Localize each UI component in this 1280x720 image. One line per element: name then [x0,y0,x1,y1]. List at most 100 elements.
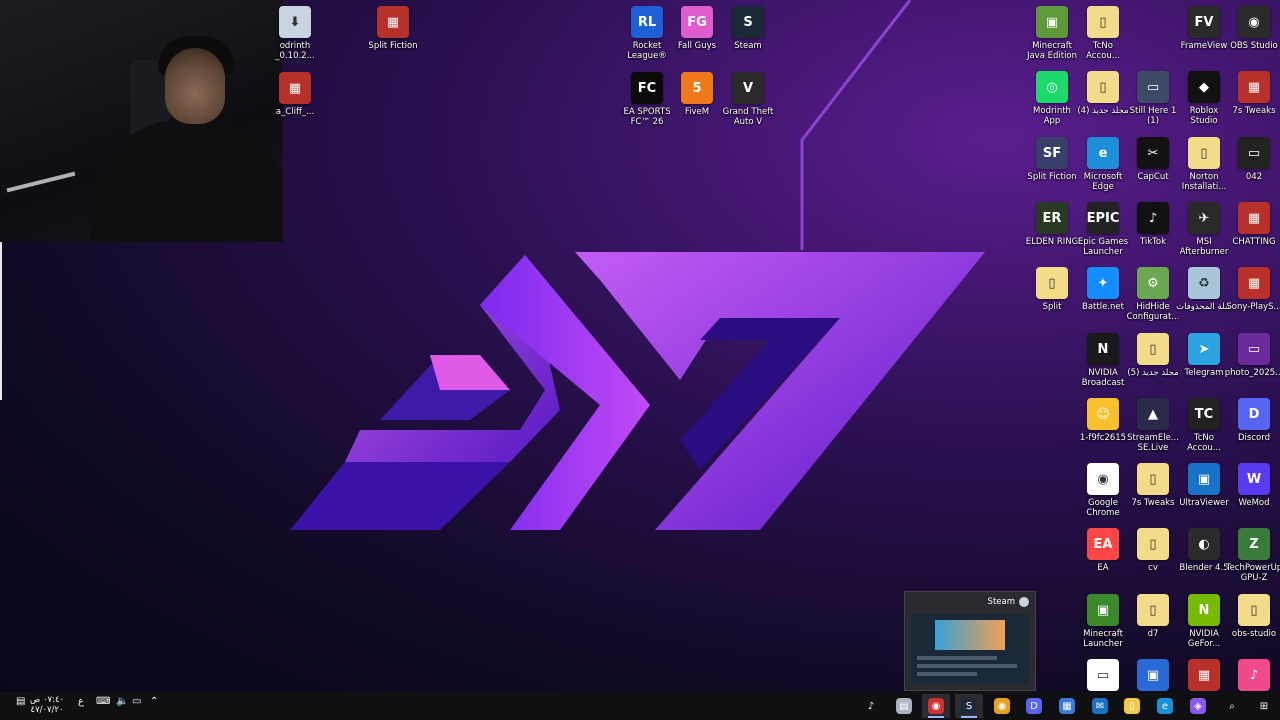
still-here-icon: ▭ [1137,71,1169,103]
desktop-icon-blender[interactable]: ◐ Blender 4.5 [1176,528,1232,573]
desktop-icon-epic-games[interactable]: EPIC Epic Games Launcher [1075,202,1131,257]
desktop-icon-ea-app[interactable]: EA EA [1075,528,1131,573]
steam-preview-thumbnail[interactable] [911,614,1029,684]
desktop-icon-steam-desktop[interactable]: S Steam [720,6,776,51]
desktop-icon-cv[interactable]: ▯ cv [1125,528,1181,573]
taskbar-explorer-tb[interactable]: ▤ [890,694,918,718]
desktop-icon-obs-studio[interactable]: ◉ OBS Studio [1226,6,1280,51]
taskbar-folder-tb[interactable]: ▯ [1118,694,1146,718]
desktop-icon-label: NVIDIA GeFor... [1187,629,1221,649]
taskbar-chrome-tb[interactable]: ◉ [988,694,1016,718]
desktop-icon-7s-tweaks-1[interactable]: ▦ 7s Tweaks [1226,71,1280,116]
desktop-icon-rocket-league[interactable]: RL Rocket League® [619,6,675,61]
desktop-icon-file-042[interactable]: ▭ 042 [1226,137,1280,182]
taskbar-outlook-tb[interactable]: ✉ [1086,694,1114,718]
obs-studio-icon: ◉ [1238,6,1270,38]
desktop-icon-label: مجلد جديد (4) [1077,106,1129,116]
desktop-icon-label: 042 [1245,172,1263,182]
desktop-icon-label: FrameView [1180,41,1228,51]
desktop-icon-tcno-2[interactable]: TC TcNo Accou... [1176,398,1232,453]
tiktok-icon: ♪ [1137,202,1169,234]
desktop-icon-nvidia-broadcast[interactable]: N NVIDIA Broadcast [1075,333,1131,388]
desktop-icon-streamelements[interactable]: ▲ StreamEle... SE.Live [1125,398,1181,453]
desktop-icon-fivem[interactable]: 5 FiveM [669,72,725,117]
desktop-icon-frameview[interactable]: FV FrameView [1176,6,1232,51]
taskbar-tiktok-tb[interactable]: ♪ [857,694,885,718]
desktop-icon-minecraft-java[interactable]: ▣ Minecraft Java Edition [1024,6,1080,61]
desktop-icon-telegram[interactable]: ➤ Telegram [1176,333,1232,378]
chevron-up-icon[interactable]: ⌃ [150,696,158,707]
desktop-icon-google-chrome[interactable]: ◉ Google Chrome [1075,463,1131,518]
volume-icon[interactable]: 🔈 [116,696,128,707]
desktop-icon-photo-2025[interactable]: ▭ photo_2025... [1225,333,1280,378]
desktop-icon-minecraft-launcher[interactable]: ▣ Minecraft Launcher [1075,594,1131,649]
desktop-icon-modrinth-installer[interactable]: ⬇ odrinth _0.10.2... [267,6,323,61]
desktop-icon-label: Sony-PlayS... [1226,302,1280,312]
desktop-icon-label: Epic Games Launcher [1077,237,1129,257]
desktop-icon-blank-doc[interactable]: ▭ [1075,659,1131,692]
desktop-icon-recycle-bin[interactable]: ♻ سلة المحذوفات [1176,267,1232,312]
desktop-icon-label: Roblox Studio [1189,106,1219,126]
desktop-icon-roblox-studio[interactable]: ◆ Roblox Studio [1176,71,1232,126]
desktop-icon-new-folder-4[interactable]: ▯ مجلد جديد (4) [1075,71,1131,116]
desktop-icon-ultraviewer[interactable]: ▣ UltraViewer [1176,463,1232,508]
keyboard-icon[interactable]: ⌨ [96,696,110,707]
desktop-icon-ea-sports-fc[interactable]: FC EA SPORTS FC™ 26 [619,72,675,127]
window-edge [0,242,2,400]
steam-icon [1019,597,1029,607]
desktop-icon-capcut[interactable]: ✂ CapCut [1125,137,1181,182]
desktop-icon-gpu-z[interactable]: Z TechPowerUp GPU-Z [1226,528,1280,583]
taskbar-steam-tb[interactable]: S [955,694,983,718]
notification-icon[interactable]: ▤ [16,696,25,707]
desktop-icon-archive-bottom[interactable]: ▦ [1176,659,1232,692]
language-indicator[interactable]: ع [78,696,84,707]
desktop-icon-label: Battle.net [1082,302,1124,312]
archive-cliff-icon: ▦ [279,72,311,104]
steam-desktop-icon: S [732,6,764,38]
desktop-icon-discord[interactable]: D Discord [1226,398,1280,443]
desktop-icon-elden-ring[interactable]: ER ELDEN RING [1024,202,1080,247]
taskbar-store-tb[interactable]: ▦ [1053,694,1081,718]
desktop-icon-label: Minecraft Launcher [1083,629,1123,649]
taskbar-start-tb[interactable]: ⊞ [1250,694,1278,718]
desktop-icon-microsoft-edge[interactable]: e Microsoft Edge [1075,137,1131,192]
desktop-icon-chatting[interactable]: ▦ CHATTING [1226,202,1280,247]
desktop-icon-modrinth-app[interactable]: ◎ Modrinth App [1024,71,1080,126]
desktop-icon-msi-afterburner[interactable]: ✈ MSI Afterburner [1176,202,1232,257]
desktop[interactable]: ⬇ odrinth _0.10.2... ▦ Split Fiction ▦ a_Clif… [0,0,1280,692]
store-tb-icon: ▦ [1059,698,1075,714]
network-icon[interactable]: ▭ [132,696,141,707]
desktop-icon-label: StreamEle... SE.Live [1127,433,1179,453]
desktop-icon-emoji-file[interactable]: ☺ 1-f9fc2615 [1075,398,1131,443]
desktop-icon-split-fiction-right[interactable]: SF Split Fiction [1024,137,1080,182]
taskbar-copilot-tb[interactable]: ◈ [1184,694,1212,718]
desktop-icon-obs-studio-folder[interactable]: ▯ obs-studio [1226,594,1280,639]
desktop-icon-archive-cliff[interactable]: ▦ a_Cliff_... [267,72,323,117]
taskbar-discord-tb[interactable]: D [1020,694,1048,718]
clock[interactable]: ٠٧:٤٠ ص ٤٧/٠٧/٢٠ [30,695,64,715]
taskbar-edge-tb[interactable]: e [1151,694,1179,718]
obs-studio-folder-icon: ▯ [1238,594,1270,626]
desktop-icon-7s-tweaks-2[interactable]: ▯ 7s Tweaks [1125,463,1181,508]
desktop-icon-wemod[interactable]: W WeMod [1226,463,1280,508]
steam-taskbar-preview[interactable]: Steam [904,591,1036,691]
desktop-icon-norton[interactable]: ▯ Norton Installati... [1176,137,1232,192]
desktop-icon-tcno-1[interactable]: ▯ TcNo Accou... [1075,6,1131,61]
desktop-icon-sony-playstation[interactable]: ▦ Sony-PlayS... [1226,267,1280,312]
taskbar-obs-tb[interactable]: ◉ [922,694,950,718]
desktop-icon-hidhide[interactable]: ⚙ HidHide Configurat... [1125,267,1181,322]
desktop-icon-split-folder[interactable]: ▯ Split [1024,267,1080,312]
desktop-icon-d7[interactable]: ▯ d7 [1125,594,1181,639]
desktop-icon-battle-net[interactable]: ✦ Battle.net [1075,267,1131,312]
desktop-icon-new-folder-5[interactable]: ▯ مجلد جديد (5) [1125,333,1181,378]
desktop-icon-gta-v[interactable]: V Grand Theft Auto V [720,72,776,127]
desktop-icon-itunes[interactable]: ♪ [1226,659,1280,692]
taskbar-search-tb[interactable]: ⌕ [1218,694,1246,718]
desktop-icon-tiktok[interactable]: ♪ TikTok [1125,202,1181,247]
desktop-icon-still-here[interactable]: ▭ Still Here 1 (1) [1125,71,1181,126]
desktop-icon-app-blue[interactable]: ▣ [1125,659,1181,692]
desktop-icon-nvidia-geforce[interactable]: N NVIDIA GeFor... [1176,594,1232,649]
desktop-icon-split-fiction-top[interactable]: ▦ Split Fiction [365,6,421,51]
desktop-icon-fall-guys[interactable]: FG Fall Guys [669,6,725,51]
chatting-icon: ▦ [1238,202,1270,234]
